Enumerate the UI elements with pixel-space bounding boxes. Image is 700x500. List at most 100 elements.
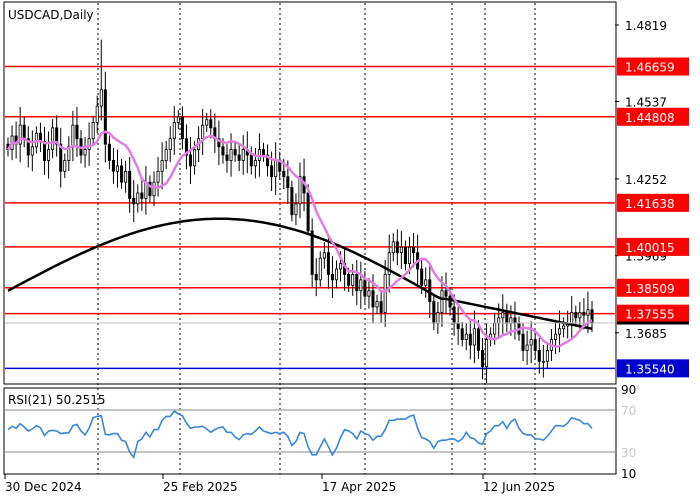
candle-body: [22, 124, 26, 140]
candle-body: [436, 312, 440, 324]
level-label-text: 1.35540: [625, 362, 675, 376]
candle-body: [497, 317, 501, 324]
candle-body: [172, 122, 176, 140]
candle-body: [237, 154, 241, 161]
candle-body: [176, 116, 180, 123]
candle-body: [363, 279, 367, 297]
rsi-tick-label: 90: [621, 383, 636, 397]
candle-body: [513, 317, 517, 324]
candle-body: [399, 246, 403, 254]
candle-body: [282, 170, 286, 178]
candle-body: [355, 274, 359, 292]
candle-body: [379, 301, 383, 313]
candle-body: [233, 149, 237, 156]
candle-body: [132, 198, 136, 205]
candle-body: [156, 170, 160, 183]
candle-body: [314, 274, 318, 281]
candle-body: [452, 306, 456, 324]
level-label-text: 1.46659: [625, 61, 675, 75]
candle-body: [30, 146, 34, 156]
candle-body: [136, 192, 140, 205]
candle-body: [529, 339, 533, 346]
candle-body: [201, 124, 205, 140]
candle-body: [164, 149, 168, 161]
candle-body: [270, 165, 274, 178]
candle-body: [290, 187, 294, 216]
price-tick-label: 1.3685: [625, 327, 667, 341]
candle-body: [367, 290, 371, 297]
price-tick-label: 1.4819: [625, 19, 667, 33]
candle-body: [75, 124, 79, 140]
time-tick-label: 30 Dec 2024: [5, 480, 82, 494]
candle-body: [111, 160, 115, 172]
candle-body: [326, 252, 330, 275]
level-label-text: 1.40015: [625, 241, 675, 255]
candle-body: [241, 149, 245, 161]
candle-body: [107, 143, 111, 161]
candle-body: [476, 328, 480, 351]
candle-body: [533, 339, 537, 351]
candle-body: [168, 138, 172, 150]
candle-body: [99, 89, 103, 107]
level-label-text: 1.44808: [625, 111, 675, 125]
candle-body: [578, 312, 582, 319]
candle-body: [468, 333, 472, 346]
candle-body: [83, 149, 87, 156]
candle-body: [221, 146, 225, 156]
candle-body: [87, 138, 91, 150]
candle-body: [261, 149, 266, 156]
candle-body: [541, 360, 545, 363]
level-label-text: 1.38509: [625, 282, 675, 296]
candle-body: [553, 333, 558, 340]
candle-body: [91, 122, 95, 140]
candle-body: [339, 263, 343, 270]
candle-body: [525, 344, 529, 351]
candle-body: [205, 119, 209, 126]
rsi-label: RSI(21) 50.2515: [8, 393, 106, 407]
candle-body: [310, 230, 314, 275]
rsi-tick-label: 10: [621, 467, 636, 481]
candle-body: [152, 181, 156, 197]
candle-body: [485, 339, 489, 368]
price-tick-label: 1.4537: [625, 96, 667, 110]
candle-body: [371, 290, 375, 308]
candle-body: [318, 257, 322, 281]
candle-body: [521, 333, 525, 351]
candle-body: [440, 290, 444, 313]
candle-body: [391, 241, 395, 254]
candle-body: [47, 149, 51, 161]
rsi-tick-label: 30: [621, 446, 636, 460]
candle-body: [95, 105, 99, 123]
candle-body: [359, 279, 363, 292]
candle-body: [570, 312, 574, 324]
time-tick-label: 12 Jun 2025: [483, 480, 555, 494]
candle-body: [375, 301, 379, 308]
candle-body: [420, 268, 424, 286]
candle-body: [501, 312, 505, 319]
candle-body: [424, 279, 428, 286]
candle-body: [582, 312, 586, 316]
candle-body: [140, 192, 144, 199]
candle-body: [351, 274, 355, 286]
candle-body: [209, 119, 213, 129]
candle-body: [71, 124, 75, 148]
candle-body: [545, 350, 549, 362]
candle-body: [334, 268, 339, 281]
time-tick-label: 25 Feb 2025: [163, 480, 238, 494]
candle-body: [253, 160, 257, 167]
candle-body: [586, 309, 590, 316]
candle-body: [51, 127, 55, 150]
candle-body: [407, 246, 412, 264]
candle-body: [249, 154, 253, 167]
candle-body: [464, 333, 468, 340]
candle-body: [128, 170, 132, 199]
candle-body: [180, 116, 184, 140]
time-tick-label: 17 Apr 2025: [322, 480, 396, 494]
level-label-text: 1.41638: [625, 197, 675, 211]
level-label-text: 1.37555: [625, 308, 675, 322]
candle-body: [330, 274, 334, 281]
candle-body: [472, 328, 476, 346]
price-tick-label: 1.4252: [625, 173, 667, 187]
candle-body: [493, 322, 497, 335]
candle-body: [120, 165, 124, 183]
